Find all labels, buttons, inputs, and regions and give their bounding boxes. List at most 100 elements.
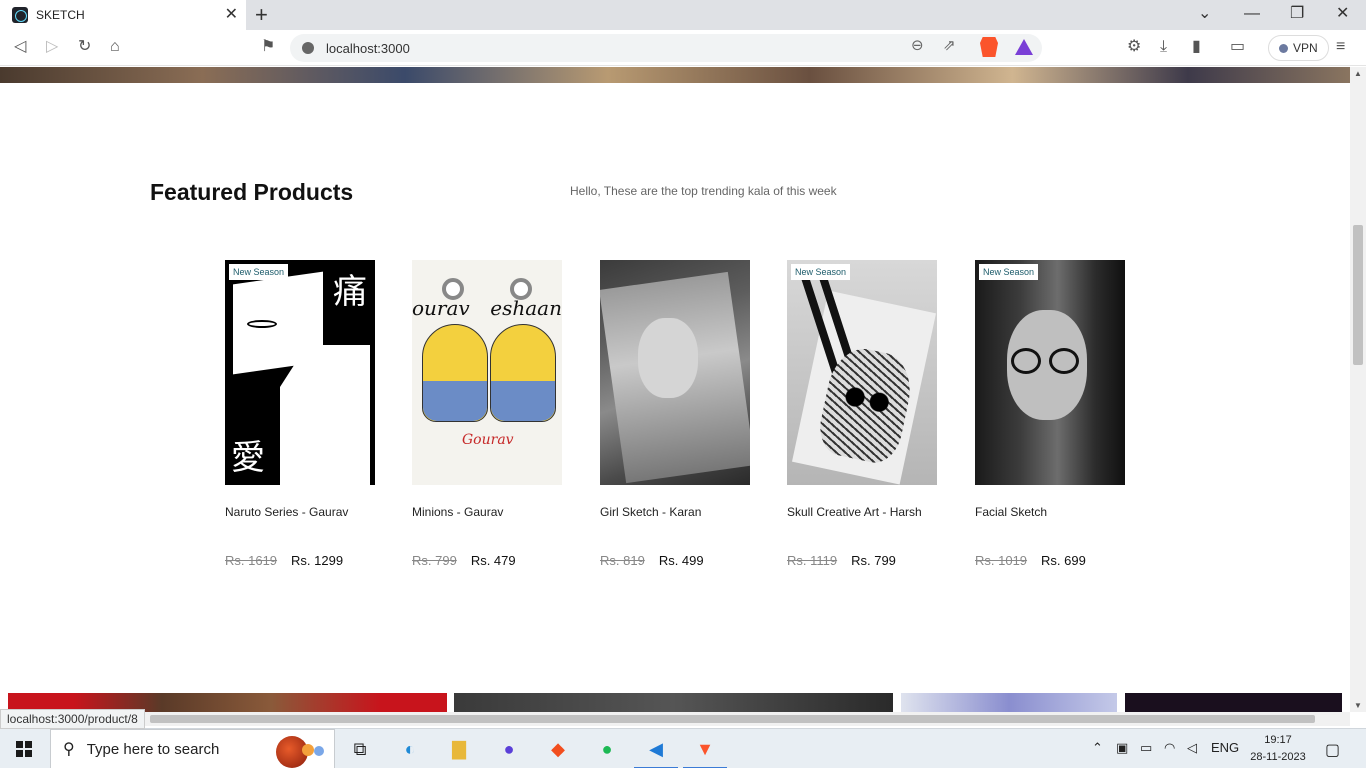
product-name[interactable]: Skull Creative Art - Harsh	[787, 505, 937, 519]
product-image[interactable]: ourav eshaan Gourav	[412, 260, 562, 485]
vscode-icon[interactable]: ◀	[634, 735, 678, 768]
browser-toolbar: ◁ ▷ ↻ ⌂ ⚑ localhost:3000 ⊖ ⇗ ⚙ ⤓ ▮ ▭ VPN…	[0, 30, 1366, 66]
battery-icon[interactable]: ▭	[1140, 740, 1152, 756]
language-indicator[interactable]: ENG	[1211, 740, 1239, 755]
canva-icon[interactable]: ●	[495, 735, 523, 763]
new-season-badge: New Season	[229, 264, 289, 280]
old-price: Rs. 819	[600, 553, 645, 568]
product-image[interactable]: 痛 愛 New Season	[225, 260, 375, 485]
price: Rs. 1299	[291, 553, 344, 568]
gallery-image[interactable]	[1125, 693, 1342, 712]
section-subtitle: Hello, These are the top trending kala o…	[570, 184, 837, 198]
product-name[interactable]: Facial Sketch	[975, 505, 1125, 519]
product-prices: Rs. 819 Rs. 499	[600, 553, 750, 568]
new-season-badge: New Season	[979, 264, 1039, 280]
home-icon[interactable]: ⌂	[110, 38, 120, 56]
gallery-image[interactable]	[901, 693, 1117, 712]
url-text[interactable]: localhost:3000	[326, 41, 410, 56]
brave-rewards-icon[interactable]	[1015, 39, 1033, 55]
spotify-icon[interactable]: ●	[593, 735, 621, 763]
react-favicon-icon	[12, 7, 28, 23]
product-card[interactable]: New Season Skull Creative Art - Harsh Rs…	[787, 260, 937, 568]
scroll-down-icon[interactable]: ▼	[1354, 701, 1362, 710]
vpn-label: VPN	[1293, 41, 1318, 55]
taskbar-search[interactable]: ⚲ Type here to search	[50, 729, 335, 768]
brave-icon[interactable]: ▼	[683, 735, 727, 768]
vpn-status-icon	[1279, 43, 1288, 53]
wallet-icon[interactable]: ▭	[1230, 38, 1245, 56]
brave-shields-icon[interactable]	[980, 37, 998, 57]
clock[interactable]: 19:17 28-11-2023	[1248, 732, 1308, 766]
close-window-button[interactable]: ✕	[1336, 4, 1349, 24]
share-icon[interactable]: ⇗	[943, 36, 956, 54]
minimize-button[interactable]: —	[1244, 4, 1260, 24]
volume-muted-icon[interactable]: ◁	[1187, 740, 1197, 756]
vertical-scrollbar[interactable]: ▲ ▼	[1350, 67, 1366, 712]
old-price: Rs. 1119	[787, 553, 838, 568]
new-season-badge: New Season	[791, 264, 851, 280]
new-tab-button[interactable]: +	[255, 3, 268, 27]
price: Rs. 499	[658, 553, 704, 568]
downloads-icon[interactable]: ⤓	[1160, 38, 1167, 56]
notifications-icon[interactable]: ▢	[1325, 740, 1340, 760]
extensions-icon[interactable]: ⚙	[1127, 38, 1141, 56]
menu-icon[interactable]: ≡	[1336, 38, 1345, 56]
old-price: Rs. 1019	[975, 553, 1028, 568]
product-card[interactable]: 痛 愛 New Season Naruto Series - Gaurav Rs…	[225, 260, 375, 568]
product-card[interactable]: ourav eshaan Gourav Minions - Gaurav Rs.…	[412, 260, 562, 568]
forward-icon[interactable]: ▷	[46, 38, 58, 56]
old-price: Rs. 1619	[225, 553, 278, 568]
reload-icon[interactable]: ↻	[78, 38, 91, 56]
sidebar-icon[interactable]: ▮	[1192, 38, 1201, 56]
kanji-bottom: 愛	[231, 438, 265, 478]
meet-now-icon[interactable]: ▣	[1116, 740, 1128, 756]
vpn-button[interactable]: VPN	[1268, 35, 1329, 61]
product-card[interactable]: New Season Facial Sketch Rs. 1019 Rs. 69…	[975, 260, 1125, 568]
price: Rs. 699	[1041, 553, 1086, 568]
hero-image-strip	[0, 67, 1350, 83]
windows-taskbar: ⚲ Type here to search ⧉ ◐ ▇ ● ◆ ● ◀ ▼ ⌃ …	[0, 728, 1366, 768]
restore-button[interactable]: ❐	[1290, 4, 1304, 24]
art-text-left: ourav	[412, 296, 470, 320]
search-placeholder[interactable]: Type here to search	[87, 741, 220, 758]
product-prices: Rs. 1119 Rs. 799	[787, 553, 937, 568]
product-image[interactable]: New Season	[787, 260, 937, 485]
product-image[interactable]: New Season	[975, 260, 1125, 485]
edge-icon[interactable]: ◐	[396, 735, 424, 763]
product-prices: Rs. 1619 Rs. 1299	[225, 553, 375, 568]
product-name[interactable]: Minions - Gaurav	[412, 505, 562, 519]
gallery-image[interactable]	[454, 693, 893, 712]
file-explorer-icon[interactable]: ▇	[445, 735, 473, 763]
search-icon: ⚲	[63, 741, 75, 758]
tab-search-chevron-icon[interactable]: ⌄	[1198, 4, 1211, 24]
section-title: Featured Products	[150, 179, 354, 205]
zoom-icon[interactable]: ⊖	[911, 36, 924, 54]
kanji-top: 痛	[333, 272, 367, 312]
figma-icon[interactable]: ◆	[544, 735, 572, 763]
vertical-scroll-thumb[interactable]	[1353, 225, 1363, 365]
wifi-icon[interactable]: ◠	[1164, 740, 1175, 756]
browser-tab[interactable]: SKETCH ✕	[0, 0, 246, 30]
address-bar[interactable]: localhost:3000	[290, 34, 1042, 62]
tray-chevron-icon[interactable]: ⌃	[1092, 740, 1103, 756]
product-image[interactable]	[600, 260, 750, 485]
tab-strip: SKETCH ✕ + ⌄ — ❐ ✕	[0, 0, 1366, 30]
product-prices: Rs. 1019 Rs. 699	[975, 553, 1125, 568]
tab-title: SKETCH	[36, 8, 85, 22]
scroll-up-icon[interactable]: ▲	[1354, 69, 1362, 78]
link-status-bubble: localhost:3000/product/8	[0, 709, 145, 729]
date: 28-11-2023	[1250, 751, 1306, 763]
close-tab-icon[interactable]: ✕	[225, 6, 238, 24]
horizontal-scrollbar[interactable]	[0, 712, 1350, 726]
art-text-right: eshaan	[490, 296, 562, 320]
windows-start-icon[interactable]	[16, 741, 32, 757]
product-name[interactable]: Naruto Series - Gaurav	[225, 505, 375, 519]
back-icon[interactable]: ◁	[14, 38, 26, 56]
horizontal-scroll-thumb[interactable]	[150, 715, 1315, 723]
page-viewport: Featured Products Hello, These are the t…	[0, 67, 1350, 712]
product-card[interactable]: Girl Sketch - Karan Rs. 819 Rs. 499	[600, 260, 750, 568]
product-name[interactable]: Girl Sketch - Karan	[600, 505, 750, 519]
task-view-icon[interactable]: ⧉	[346, 735, 374, 763]
bookmark-icon[interactable]: ⚑	[261, 38, 275, 56]
site-info-icon[interactable]	[302, 42, 314, 54]
